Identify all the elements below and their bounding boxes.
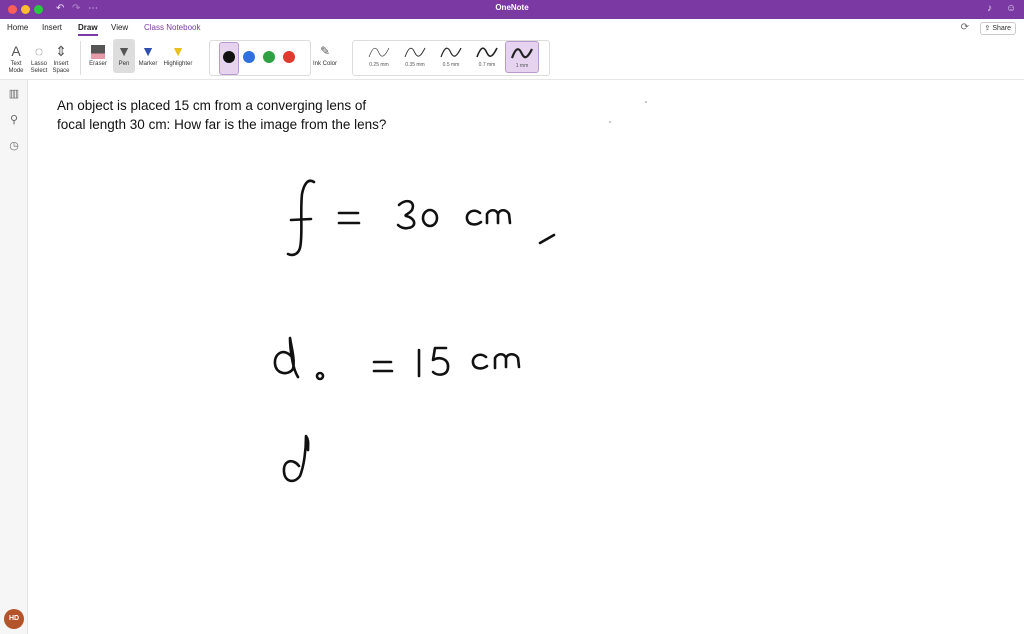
thickness-0-25mm[interactable]: 0.25 mm (362, 44, 396, 74)
ink-stroke-f-bar (289, 217, 313, 222)
bell-icon[interactable]: ♪ (987, 2, 992, 16)
window-title: OneNote (495, 3, 529, 12)
ink-stroke-d (273, 336, 300, 379)
pen-label: Pen (118, 61, 130, 67)
highlighter-icon: ▼ (171, 43, 185, 59)
thickness-label: 0.25 mm (369, 62, 389, 68)
ink-stroke-0 (421, 208, 439, 228)
tab-insert[interactable]: Insert (42, 23, 62, 32)
ink-stroke-subscript-0 (315, 371, 325, 381)
ink-stroke-comma (538, 233, 556, 245)
marker-label: Marker (138, 61, 158, 67)
ink-stroke-m (485, 208, 512, 225)
thickness-label: 0.5 mm (442, 62, 460, 68)
marker-icon: ▼ (141, 43, 155, 59)
text-mode-icon: A (11, 43, 21, 59)
eraser-icon (86, 41, 110, 61)
pen-icon: ▼ (117, 43, 131, 59)
thickness-1mm[interactable]: 1 mm (505, 41, 539, 73)
notebooks-icon[interactable]: ▥ (7, 87, 21, 101)
insert-space-label: Insert Space (52, 61, 70, 74)
share-label: Share (992, 25, 1011, 32)
thickness-0-7mm[interactable]: 0.7 mm (470, 44, 504, 74)
page-canvas[interactable]: An object is placed 15 cm from a converg… (28, 80, 1024, 634)
thickness-0-35mm[interactable]: 0.35 mm (398, 44, 432, 74)
title-bar: ↶ ↷ ⋯ OneNote ♪ ☺ (0, 0, 1024, 19)
ink-color-button[interactable]: ✎ Ink Color (312, 41, 338, 68)
tab-view[interactable]: View (111, 23, 128, 32)
color-swatch-red[interactable] (283, 51, 295, 63)
insert-space-icon: ⇕ (55, 43, 67, 59)
highlighter-button[interactable]: ▼ Highlighter (161, 41, 195, 68)
lasso-select-label: Lasso Select (30, 61, 48, 74)
ink-color-label: Ink Color (312, 61, 337, 67)
handwriting-ink (273, 101, 647, 483)
ink-stroke-c (465, 209, 483, 226)
pen-button[interactable]: ▼ Pen (113, 39, 135, 73)
lasso-icon: ◌ (34, 43, 44, 59)
ink-stroke-d-2 (282, 434, 310, 483)
thickness-label: 0.7 mm (478, 62, 496, 68)
ink-stroke-5 (431, 346, 450, 376)
tab-draw[interactable]: Draw (78, 23, 98, 36)
squiggle-icon (476, 47, 498, 58)
tab-class-notebook[interactable]: Class Notebook (144, 23, 200, 32)
text-mode-label: Text Mode (8, 61, 24, 74)
sync-icon[interactable]: ⟳ (961, 22, 969, 33)
ink-stroke-m-2 (493, 352, 521, 370)
eraser-button[interactable]: Eraser (86, 41, 110, 68)
divider (80, 41, 81, 75)
color-swatch-green[interactable] (263, 51, 275, 63)
ribbon-tabs: Home Insert Draw View Class Notebook (0, 19, 1024, 37)
squiggle-icon (404, 47, 426, 58)
insert-space-button[interactable]: ⇕ Insert Space (50, 41, 72, 75)
color-swatch-blue[interactable] (243, 51, 255, 63)
thickness-label: 0.35 mm (405, 62, 425, 68)
color-swatch-black[interactable] (223, 51, 235, 63)
recent-icon[interactable]: ◷ (7, 139, 21, 153)
search-icon[interactable]: ⚲ (7, 113, 21, 127)
navigation-sidebar: ▥ ⚲ ◷ HD (0, 80, 28, 634)
ink-stroke-c-2 (471, 353, 489, 370)
lasso-select-button[interactable]: ◌ Lasso Select (28, 41, 50, 75)
highlighter-label: Highlighter (163, 61, 193, 67)
avatar[interactable]: HD (4, 609, 24, 629)
share-button[interactable]: ⇪ Share (979, 22, 1016, 35)
squiggle-icon (440, 47, 462, 58)
ink-color-icon: ✎ (319, 44, 331, 58)
squiggle-icon (368, 47, 390, 58)
thickness-0-5mm[interactable]: 0.5 mm (434, 44, 468, 74)
stray-dot (645, 101, 647, 103)
squiggle-icon (510, 48, 533, 59)
thickness-label: 1 mm (515, 63, 529, 69)
eraser-label: Eraser (89, 61, 107, 67)
smiley-icon[interactable]: ☺ (1006, 2, 1016, 16)
stray-dot (609, 121, 611, 123)
text-mode-button[interactable]: A Text Mode (5, 41, 27, 75)
tab-home[interactable]: Home (7, 23, 28, 32)
ink-stroke-3 (396, 199, 416, 230)
marker-button[interactable]: ▼ Marker (137, 41, 159, 68)
